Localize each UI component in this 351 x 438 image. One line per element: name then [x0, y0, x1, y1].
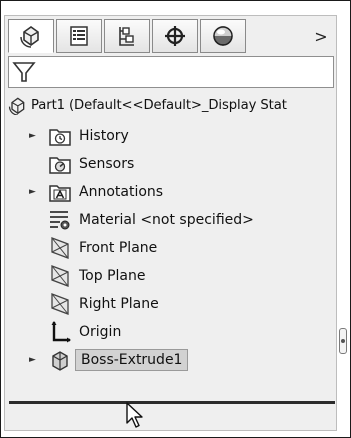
configurationmanager-icon: [119, 27, 134, 46]
tab-propertymanager[interactable]: [56, 19, 102, 53]
part-icon: [8, 97, 25, 115]
expand-arrow-icon[interactable]: ►: [29, 187, 39, 197]
tree-item-label: Top Plane: [79, 268, 146, 284]
tab-featuremanager[interactable]: [8, 19, 54, 53]
expand-arrow-icon[interactable]: ►: [29, 355, 39, 365]
tab-dimxpertmanager[interactable]: [152, 19, 198, 53]
panel-splitter-handle[interactable]: [339, 328, 347, 354]
tree-filter-bar[interactable]: [8, 56, 334, 88]
featuremanager-icon: [20, 26, 39, 48]
filter-icon[interactable]: [12, 60, 36, 84]
tab-configurationmanager[interactable]: [104, 19, 150, 53]
expand-arrow-icon[interactable]: ►: [29, 131, 39, 141]
tree-item-label: Front Plane: [79, 240, 158, 256]
plane-icon: [51, 265, 69, 287]
tree-item-sensors[interactable]: Sensors: [5, 150, 338, 178]
tree-item-material[interactable]: Material <not specified>: [5, 206, 338, 234]
tree-item-boss-extrude1[interactable]: ► Boss-Extrude1: [5, 346, 338, 374]
propertymanager-icon: [70, 26, 88, 46]
annotations-folder-icon: [49, 185, 71, 202]
manager-tab-bar: >: [8, 19, 336, 55]
tree-item-front-plane[interactable]: Front Plane: [5, 234, 338, 262]
tree-item-top-plane[interactable]: Top Plane: [5, 262, 338, 290]
mouse-pointer-icon: [126, 402, 143, 428]
plane-icon: [51, 237, 69, 259]
sensors-folder-icon: [49, 157, 71, 174]
tree-item-label: Sensors: [79, 156, 135, 172]
displaymanager-icon: [213, 26, 233, 46]
tree-root-part[interactable]: Part1 (Default<<Default>_Display Stat: [5, 91, 338, 119]
history-folder-icon: [49, 129, 71, 146]
plane-icon: [51, 293, 69, 315]
tree-root-label: Part1 (Default<<Default>_Display Stat: [31, 97, 287, 113]
rollback-bar[interactable]: [9, 401, 335, 404]
tree-item-label: Right Plane: [79, 296, 159, 312]
tree-item-label: History: [79, 128, 129, 144]
window-frame: > Part1 (Default<<Default>_Display Stat …: [0, 0, 351, 438]
featuremanager-panel: > Part1 (Default<<Default>_Display Stat …: [4, 15, 337, 431]
tree-item-label: Annotations: [79, 184, 164, 200]
material-icon: [50, 211, 70, 230]
tree-item-right-plane[interactable]: Right Plane: [5, 290, 338, 318]
tree-item-history[interactable]: ► History: [5, 122, 338, 150]
origin-icon: [51, 321, 71, 343]
tree-item-origin[interactable]: Origin: [5, 318, 338, 346]
tree-item-label: Material <not specified>: [79, 212, 254, 228]
extrude-feature-icon: [52, 351, 68, 371]
tab-displaymanager[interactable]: [200, 19, 246, 53]
tree-item-label: Boss-Extrude1: [75, 349, 189, 371]
tree-item-annotations[interactable]: ► Annotations: [5, 178, 338, 206]
dimxpertmanager-icon: [165, 26, 185, 46]
tree-item-label: Origin: [79, 324, 122, 340]
more-tabs-arrow[interactable]: >: [308, 19, 334, 53]
